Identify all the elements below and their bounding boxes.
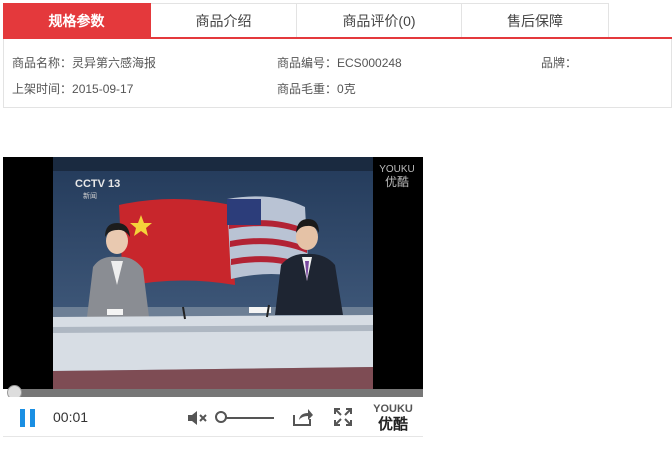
spec-value: 2015-09-17 [72,82,134,96]
spec-label: 商品编号： [277,56,338,70]
news-studio-scene: CCTV 13 新闻 [53,157,373,389]
channel-sub: 新闻 [83,191,97,200]
spec-label: 上架时间： [12,82,73,96]
volume-slider-track[interactable] [220,417,274,419]
youku-logo-cn: 优酷 [377,416,408,433]
youku-watermark: YOUKU 优酷 [375,163,419,189]
spec-value: 0克 [337,82,356,96]
spec-gross-weight: 商品毛重：0克 [277,80,356,97]
current-time: 00:01 [53,409,89,425]
progress-bar[interactable] [3,389,423,397]
pause-icon[interactable] [20,409,36,427]
tab-description[interactable]: 商品介绍 [151,3,297,37]
volume-muted-icon[interactable] [186,409,208,427]
player-controls: 00:01 YOUKU 优酷 [3,397,423,437]
volume-slider-handle[interactable] [215,411,227,423]
spec-brand: 品牌： [541,54,577,71]
share-icon[interactable] [292,407,314,427]
youku-logo[interactable]: YOUKU 优酷 [371,402,415,432]
channel-logo: CCTV 13 [75,178,120,190]
spec-label: 商品名称： [12,56,73,70]
spec-panel: 商品名称：灵异第六感海报 商品编号：ECS000248 品牌： 上架时间：201… [3,39,672,108]
spec-product-code: 商品编号：ECS000248 [277,54,402,71]
tab-specs[interactable]: 规格参数 [3,3,151,37]
tab-reviews[interactable]: 商品评价(0) [297,3,462,37]
product-tabs: 规格参数 商品介绍 商品评价(0) 售后保障 [3,3,672,39]
video-player[interactable]: CCTV 13 新闻 YOUKU 优酷 00:01 YOUKU 优酷 [3,157,423,437]
spec-value: 灵异第六感海报 [72,56,157,70]
spec-value: ECS000248 [337,56,402,70]
youku-logo-en: YOUKU [373,403,413,415]
watermark-cn: 优酷 [384,175,409,189]
spec-label: 品牌： [541,56,578,70]
spec-product-name: 商品名称：灵异第六感海报 [12,54,156,71]
tab-after-sales[interactable]: 售后保障 [462,3,609,37]
fullscreen-icon[interactable] [333,407,353,427]
spec-label: 商品毛重： [277,82,338,96]
spec-listed-date: 上架时间：2015-09-17 [12,80,133,97]
video-frame[interactable]: CCTV 13 新闻 [53,157,373,389]
